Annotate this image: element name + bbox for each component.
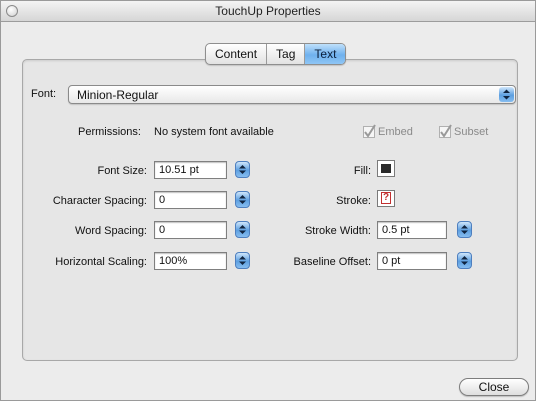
close-button[interactable]: Close xyxy=(459,378,529,396)
font-value: Minion-Regular xyxy=(77,88,159,102)
horizontal-scaling-stepper[interactable] xyxy=(235,252,250,269)
stroke-width-stepper[interactable] xyxy=(457,221,472,238)
stroke-label: Stroke: xyxy=(336,195,371,207)
window-title: TouchUp Properties xyxy=(215,4,321,18)
character-spacing-field[interactable]: 0 xyxy=(154,191,227,209)
stroke-question-icon: ? xyxy=(381,192,391,204)
subset-label: Subset xyxy=(454,126,489,138)
fill-label: Fill: xyxy=(353,165,371,177)
stroke-width-label: Stroke Width: xyxy=(304,225,371,237)
character-spacing-label: Character Spacing: xyxy=(52,195,147,207)
font-label: Font: xyxy=(31,88,57,100)
tab-tag[interactable]: Tag xyxy=(267,44,306,64)
font-size-field[interactable]: 10.51 pt xyxy=(154,161,227,179)
character-spacing-stepper[interactable] xyxy=(235,191,250,208)
horizontal-scaling-label: Horizontal Scaling: xyxy=(55,256,147,268)
word-spacing-stepper[interactable] xyxy=(235,221,250,238)
touchup-properties-window: TouchUp Properties Content Tag Text Font… xyxy=(0,0,536,401)
fill-color-swatch[interactable] xyxy=(377,160,395,177)
stroke-color-swatch[interactable]: ? xyxy=(377,190,395,207)
tab-text[interactable]: Text xyxy=(305,44,346,64)
popup-arrows-icon xyxy=(499,87,514,102)
tab-bar: Content Tag Text xyxy=(205,43,347,65)
font-size-stepper[interactable] xyxy=(235,161,250,178)
baseline-offset-label: Baseline Offset: xyxy=(293,256,371,268)
embed-checkbox[interactable] xyxy=(363,124,376,138)
baseline-offset-stepper[interactable] xyxy=(457,252,472,269)
tab-content[interactable]: Content xyxy=(206,44,268,64)
permissions-value: No system font available xyxy=(154,126,274,138)
horizontal-scaling-field[interactable]: 100% xyxy=(154,252,227,270)
embed-label: Embed xyxy=(378,126,413,138)
subset-checkbox[interactable] xyxy=(439,124,452,138)
word-spacing-label: Word Spacing: xyxy=(75,225,147,237)
text-tab-panel xyxy=(22,59,518,361)
stroke-width-field[interactable]: 0.5 pt xyxy=(377,221,447,239)
title-bar[interactable]: TouchUp Properties xyxy=(1,1,535,22)
font-popup[interactable]: Minion-Regular xyxy=(68,85,516,104)
word-spacing-field[interactable]: 0 xyxy=(154,221,227,239)
fill-color-chip xyxy=(381,164,391,173)
font-size-label: Font Size: xyxy=(97,165,147,177)
permissions-label: Permissions: xyxy=(78,126,141,138)
baseline-offset-field[interactable]: 0 pt xyxy=(377,252,447,270)
